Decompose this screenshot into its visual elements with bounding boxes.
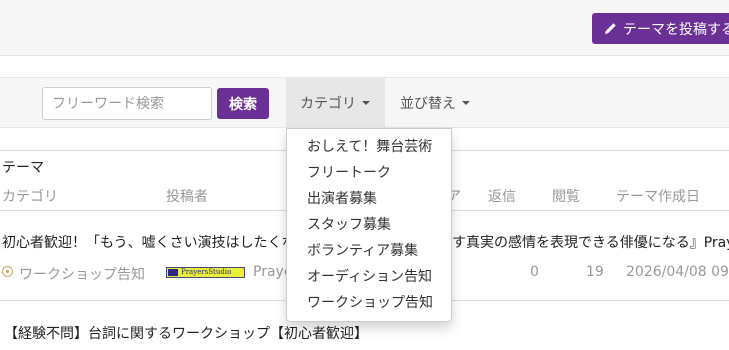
category-option[interactable]: ボランティア募集 <box>287 238 451 264</box>
category-icon <box>2 266 13 277</box>
category-option[interactable]: スタッフ募集 <box>287 212 451 238</box>
filter-bar: 検索 カテゴリ 並び替え <box>0 77 729 128</box>
header-created[interactable]: テーマ作成日 <box>616 186 700 206</box>
row-title-tail[interactable]: す真実の感情を表現できる俳優になる』Pray <box>452 232 729 252</box>
category-dropdown: おしえて！舞台芸術 フリートーク 出演者募集 スタッフ募集 ボランティア募集 オ… <box>286 128 452 322</box>
header-replies[interactable]: 返信 <box>488 186 516 206</box>
caret-down-icon <box>462 101 470 105</box>
row-created: 2026/04/08 09:49 <box>626 264 729 280</box>
top-toolbar: テーマを投稿する <box>0 0 729 56</box>
category-menu[interactable]: カテゴリ <box>286 78 385 128</box>
header-views[interactable]: 閲覧 <box>552 186 580 206</box>
category-option[interactable]: おしえて！舞台芸術 <box>287 134 451 160</box>
poster-banner-image[interactable]: PrayersStudio <box>166 267 245 278</box>
header-poster[interactable]: 投稿者 <box>166 186 208 206</box>
caret-down-icon <box>362 101 370 105</box>
category-menu-label: カテゴリ <box>300 96 356 112</box>
post-theme-button[interactable]: テーマを投稿する <box>592 13 729 44</box>
category-option[interactable]: オーディション告知 <box>287 264 451 290</box>
sort-menu-label: 並び替え <box>400 96 456 112</box>
search-input[interactable] <box>42 87 212 120</box>
search-button[interactable]: 検索 <box>217 88 269 119</box>
pencil-icon <box>605 23 616 34</box>
category-option[interactable]: 出演者募集 <box>287 186 451 212</box>
sort-menu[interactable]: 並び替え <box>386 78 486 128</box>
spacer <box>0 57 729 77</box>
row-title[interactable]: 【経験不問】台詞に関するワークショップ【初心者歓迎】 <box>4 323 368 343</box>
row-category[interactable]: ワークショップ告知 <box>19 264 145 284</box>
row-views: 19 <box>586 264 604 280</box>
row-title[interactable]: 初心者歓迎！「もう、嘘くさい演技はしたくない <box>2 232 310 252</box>
header-category[interactable]: カテゴリ <box>2 186 58 206</box>
category-option[interactable]: フリートーク <box>287 160 451 186</box>
category-option[interactable]: ワークショップ告知 <box>287 290 451 316</box>
row-replies: 0 <box>530 264 539 280</box>
post-theme-label: テーマを投稿する <box>623 21 729 38</box>
